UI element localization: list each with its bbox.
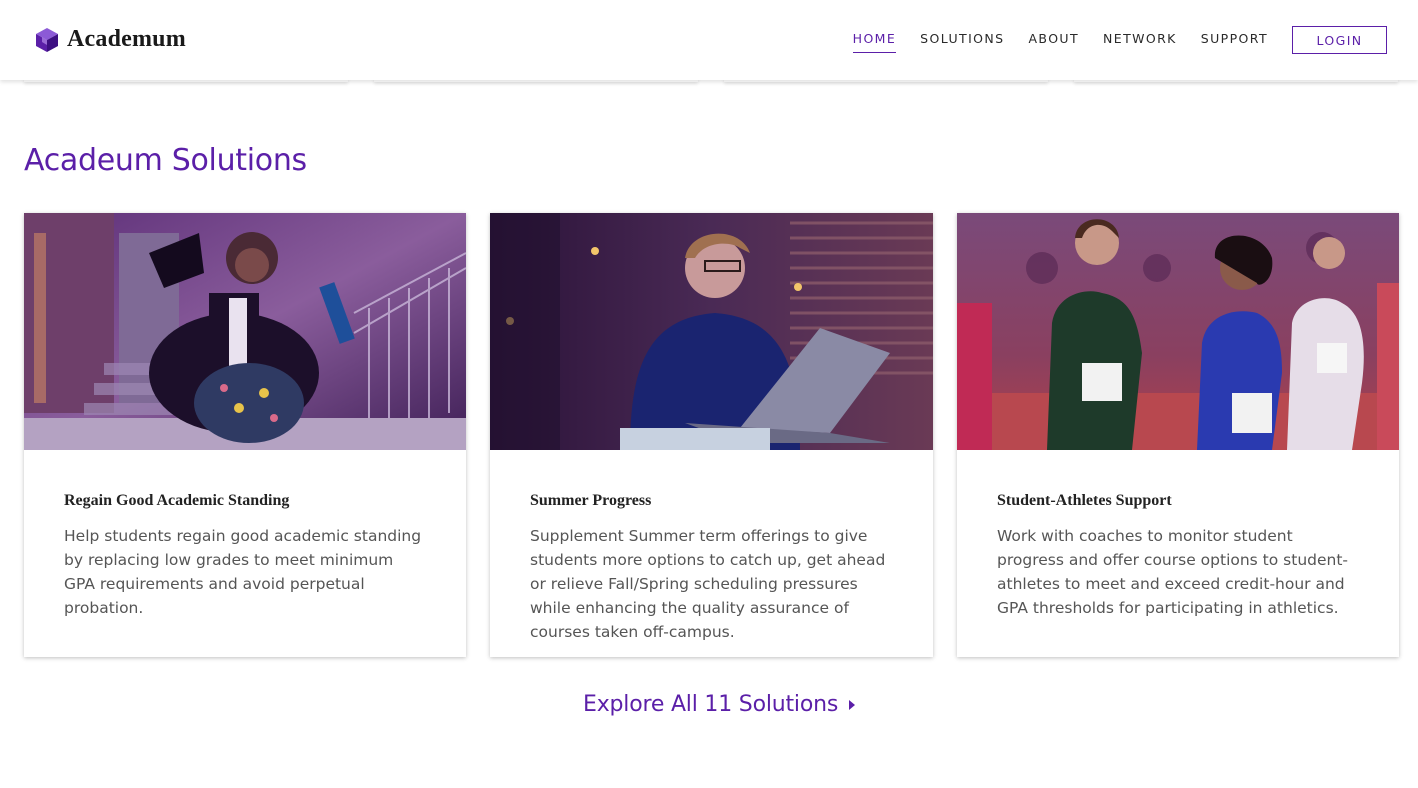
- section-title: Acadeum Solutions: [24, 143, 307, 178]
- nav-support[interactable]: SUPPORT: [1201, 31, 1268, 53]
- graduate-photo: [24, 213, 466, 450]
- explore-link-text: Explore All 11 Solutions: [583, 692, 839, 717]
- card-description: Work with coaches to monitor student pro…: [997, 527, 1349, 617]
- laptop-student-photo: [490, 213, 933, 450]
- card-description: Help students regain good academic stand…: [64, 527, 422, 617]
- card-title: Summer Progress: [530, 492, 652, 509]
- runners-photo: [957, 213, 1399, 450]
- solution-card[interactable]: Regain Good Academic Standing Help stude…: [24, 213, 466, 657]
- card-description: Supplement Summer term offerings to give…: [530, 527, 886, 641]
- card-title: Student-Athletes Support: [997, 492, 1172, 509]
- caret-right-icon: [849, 699, 856, 710]
- solution-card[interactable]: Student-Athletes Support Work with coach…: [957, 213, 1399, 657]
- nav-home[interactable]: HOME: [852, 31, 897, 53]
- nav-network[interactable]: NETWORK: [1103, 31, 1177, 53]
- login-button[interactable]: LOGIN: [1292, 26, 1387, 54]
- site-header: Academum HOME SOLUTIONS ABOUT NETWORK SU…: [0, 0, 1418, 80]
- nav-solutions[interactable]: SOLUTIONS: [920, 31, 1004, 53]
- logo[interactable]: Academum: [34, 26, 186, 53]
- explore-all-solutions-link[interactable]: Explore All 11 Solutions: [583, 692, 856, 717]
- card-title: Regain Good Academic Standing: [64, 492, 290, 509]
- nav-about[interactable]: ABOUT: [1028, 31, 1079, 53]
- main-nav: HOME SOLUTIONS ABOUT NETWORK SUPPORT LOG…: [852, 26, 1387, 54]
- solution-card[interactable]: Summer Progress Supplement Summer term o…: [490, 213, 933, 657]
- logo-text: Academum: [67, 26, 186, 52]
- logo-cube-icon: [36, 27, 58, 52]
